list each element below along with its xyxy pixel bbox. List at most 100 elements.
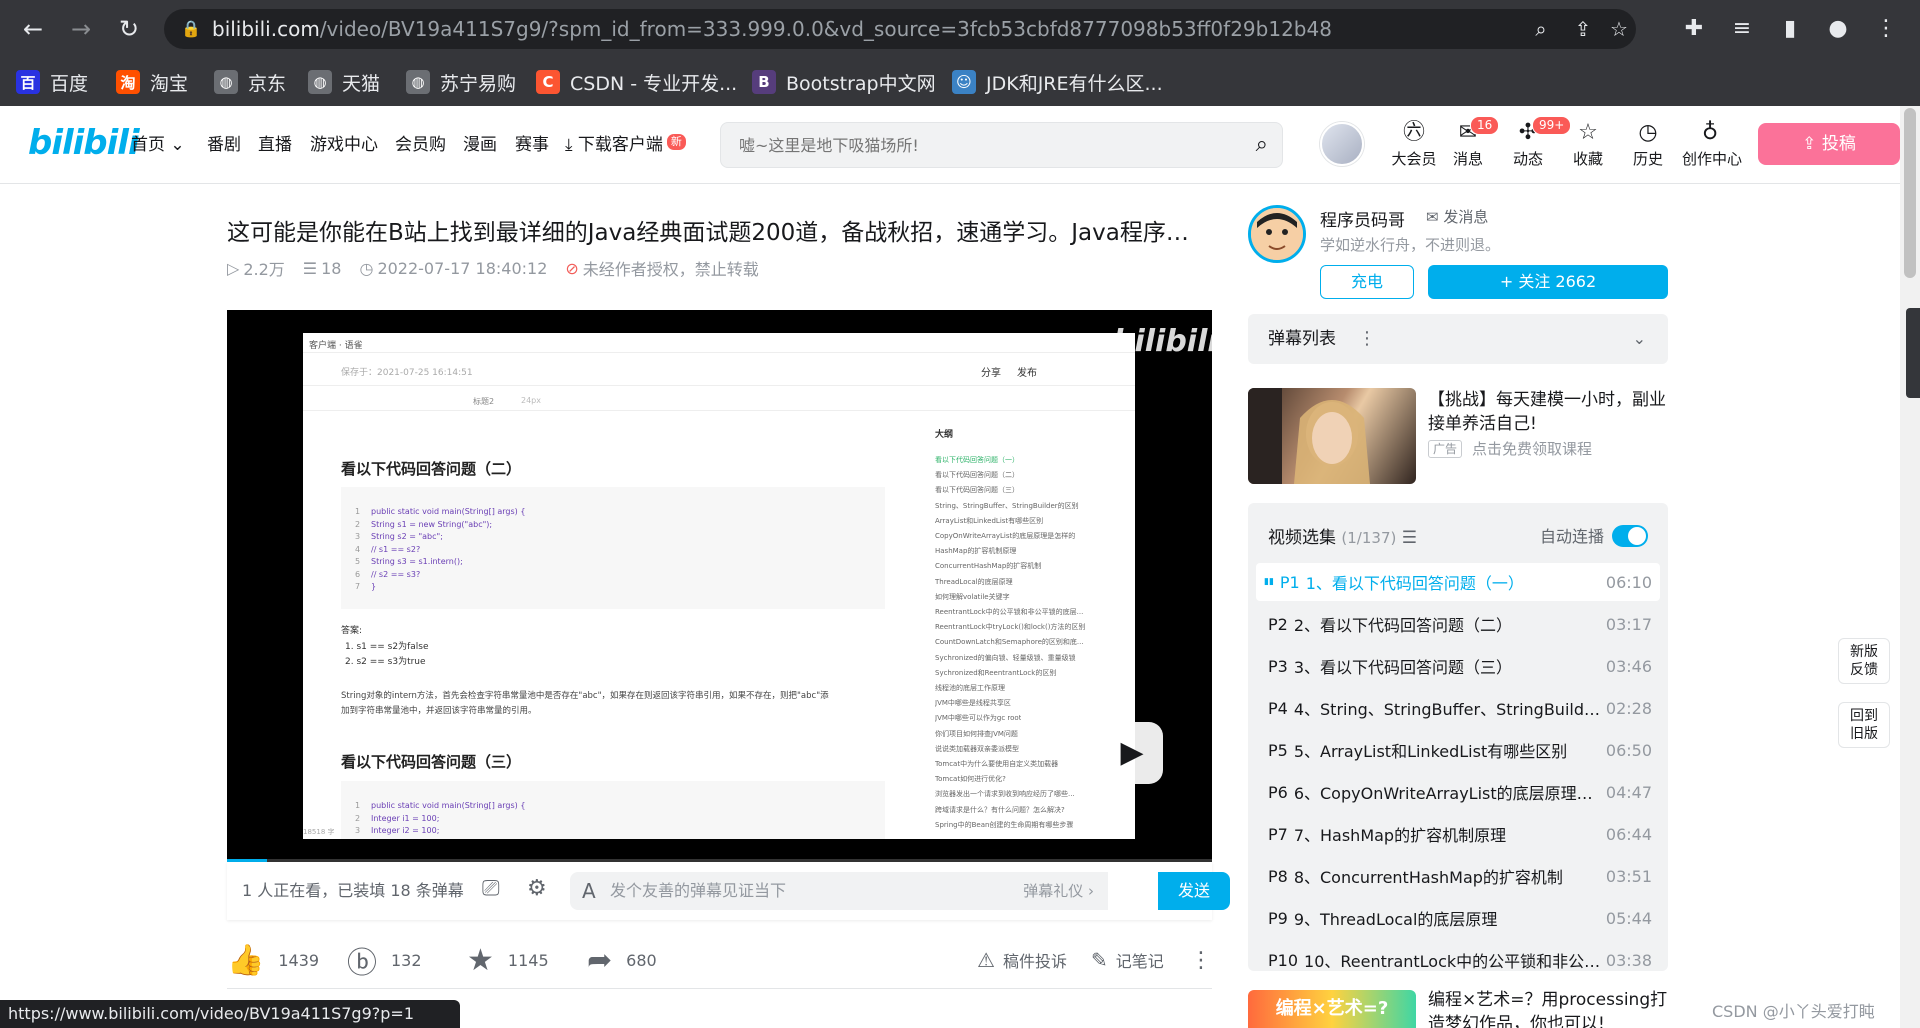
extensions-icon[interactable]: ✚ bbox=[1674, 9, 1714, 49]
recommend-thumbnail[interactable]: 编程×艺术=? bbox=[1248, 990, 1416, 1028]
coin-button[interactable]: ⓑ 132 bbox=[347, 935, 422, 985]
nav-download-client[interactable]: ⤓ 下载客户端新 bbox=[565, 134, 686, 156]
bookmark-item[interactable]: ☺ JDK和JRE有什么区... bbox=[952, 68, 1163, 96]
ad-subtitle[interactable]: 点击免费领取课程 bbox=[1472, 440, 1592, 458]
back-to-old-button[interactable]: 回到 旧版 bbox=[1838, 702, 1890, 748]
lock-icon[interactable]: 🔒 bbox=[176, 14, 206, 44]
media-control-icon[interactable]: ≡ bbox=[1722, 9, 1762, 49]
browser-menu-icon[interactable]: ⋮ bbox=[1866, 9, 1906, 49]
share-page-icon[interactable]: ⇪ bbox=[1568, 14, 1598, 44]
new-feedback-button[interactable]: 新版 反馈 bbox=[1838, 638, 1890, 684]
uploader-avatar[interactable] bbox=[1248, 205, 1306, 263]
bookmark-star-icon[interactable]: ☆ bbox=[1604, 14, 1634, 44]
episode-item[interactable]: P9 9、ThreadLocal的底层原理 05:44 bbox=[1256, 899, 1660, 937]
follow-button[interactable]: + 关注 2662 bbox=[1428, 265, 1668, 299]
danmaku-toggle-icon[interactable]: ⎚ bbox=[482, 876, 500, 901]
episode-item[interactable]: P4 4、String、StringBuffer、StringBuilder的区别… bbox=[1256, 689, 1660, 727]
episode-item[interactable]: P5 5、ArrayList和LinkedList有哪些区别 06:50 bbox=[1256, 731, 1660, 769]
nav-manga[interactable]: 漫画 bbox=[463, 134, 497, 156]
header-favorite-item[interactable]: ☆ 收藏 bbox=[1560, 118, 1616, 169]
danmaku-etiquette-link[interactable]: 弹幕礼仪 › bbox=[1023, 872, 1094, 910]
episode-number: P10 bbox=[1268, 950, 1299, 970]
bookmark-item[interactable]: 淘淘宝 bbox=[116, 68, 188, 96]
more-icon[interactable]: ⋮ bbox=[1190, 935, 1212, 985]
episode-item[interactable]: P8 8、ConcurrentHashMap的扩容机制 03:51 bbox=[1256, 857, 1660, 895]
more-options-icon[interactable]: ⋮ bbox=[1358, 314, 1376, 364]
doc-outline-item: 如何理解volatile关键字 bbox=[935, 592, 1010, 601]
scroll-thumb[interactable] bbox=[1904, 108, 1916, 278]
page-scrollbar[interactable] bbox=[1900, 106, 1920, 1028]
nav-game-center[interactable]: 游戏中心 bbox=[310, 134, 378, 156]
header-creator-item[interactable]: ♁ 创作中心 bbox=[1682, 118, 1742, 169]
ad-thumbnail[interactable] bbox=[1248, 388, 1416, 484]
episode-item[interactable]: ▮▮ P1 1、看以下代码回答问题（一） 06:10 bbox=[1256, 563, 1660, 601]
episode-item[interactable]: P3 3、看以下代码回答问题（三） 03:46 bbox=[1256, 647, 1660, 685]
bookmark-item[interactable]: ◍ 苏宁易购 bbox=[406, 68, 516, 96]
danmaku-list-panel[interactable]: 弹幕列表 ⋮ ⌄ bbox=[1248, 314, 1668, 364]
header-message-item[interactable]: ✉ 消息 16 bbox=[1440, 116, 1500, 169]
bookmark-favicon-icon: ◍ bbox=[308, 70, 332, 94]
code-line: Integer i2 = 100; bbox=[371, 826, 440, 835]
ad-title[interactable]: 【挑战】每天建模一小时，副业接单养活自己! bbox=[1428, 388, 1668, 436]
recommend-title[interactable]: 编程×艺术=？用processing打造梦幻作品，你也可以! bbox=[1428, 988, 1668, 1028]
header-vip-item[interactable]: ㊅大会员 bbox=[1386, 118, 1442, 169]
user-avatar[interactable] bbox=[1320, 122, 1364, 166]
bookmark-item[interactable]: C CSDN - 专业开发... bbox=[536, 68, 737, 96]
back-icon[interactable]: ← bbox=[18, 14, 48, 44]
episode-item[interactable]: P10 10、ReentrantLock中的公平锁和非公平锁的底层实现03:38 bbox=[1256, 941, 1660, 972]
reload-icon[interactable]: ↻ bbox=[114, 14, 144, 44]
uploader-name[interactable]: 程序员码哥 bbox=[1320, 206, 1405, 231]
side-panel-icon[interactable]: ▮ bbox=[1770, 9, 1810, 49]
send-message-link[interactable]: ✉ 发消息 bbox=[1426, 206, 1488, 227]
bookmark-item[interactable]: ◍ 京东 bbox=[214, 68, 286, 96]
danmaku-input[interactable]: A 发个友善的弹幕见证当下 弹幕礼仪 › bbox=[570, 872, 1108, 910]
search-box[interactable]: ⌕ bbox=[720, 122, 1283, 168]
like-button[interactable]: 👍 1439 bbox=[227, 935, 319, 985]
list-icon[interactable]: ☰ bbox=[1402, 528, 1417, 548]
upload-button[interactable]: ⇪ 投稿 bbox=[1758, 123, 1900, 165]
url-text[interactable]: bilibili.com/video/BV19a411S7g9/?spm_id_… bbox=[212, 9, 1332, 49]
bookmark-item[interactable]: B Bootstrap中文网 bbox=[752, 68, 936, 96]
notes-button[interactable]: ✎ 记笔记 bbox=[1091, 935, 1164, 985]
address-bar[interactable]: 🔒 bilibili.com/video/BV19a411S7g9/?spm_i… bbox=[164, 9, 1636, 49]
header-dynamic-item[interactable]: ✣ 动态 99+ bbox=[1500, 116, 1572, 169]
nav-mall[interactable]: 会员购 bbox=[395, 134, 446, 156]
doc-outline-item: Sychronized和ReentrantLock的区别 bbox=[935, 668, 1057, 677]
send-danmaku-button[interactable]: 发送 bbox=[1158, 872, 1230, 910]
report-button[interactable]: ⚠ 稿件投诉 bbox=[977, 935, 1067, 985]
bookmark-item[interactable]: 百百度 bbox=[16, 68, 88, 96]
forward-icon[interactable]: → bbox=[66, 14, 96, 44]
font-style-icon[interactable]: A bbox=[582, 879, 596, 903]
episode-list: 视频选集 (1/137) ☰ 自动连播 ▮▮ P1 1、看以下代码回答问题（一） 06… bbox=[1248, 503, 1668, 971]
bilibili-logo[interactable]: bilibili bbox=[28, 123, 140, 163]
play-icon[interactable]: ▶ bbox=[1101, 722, 1163, 784]
header-history-item[interactable]: ◷ 历史 bbox=[1620, 118, 1676, 169]
episode-item[interactable]: P6 6、CopyOnWriteArrayList的底层原理是怎样的04:47 bbox=[1256, 773, 1660, 811]
doc-word-count: 18518 字 bbox=[303, 828, 335, 836]
chevron-down-icon[interactable]: ⌄ bbox=[1633, 314, 1646, 364]
status-bar-url: https://www.bilibili.com/video/BV19a411S… bbox=[0, 1000, 460, 1028]
charge-button[interactable]: 充电 bbox=[1320, 265, 1414, 299]
episode-duration: 06:44 bbox=[1605, 824, 1652, 844]
bookmark-favicon-icon: ☺ bbox=[952, 70, 976, 94]
episode-item[interactable]: P7 7、HashMap的扩容机制原理 06:44 bbox=[1256, 815, 1660, 853]
search-icon[interactable]: ⌕ bbox=[1256, 132, 1268, 157]
nav-live[interactable]: 直播 bbox=[258, 134, 292, 156]
doc-outline-item: ThreadLocal的底层原理 bbox=[935, 577, 1013, 586]
video-player[interactable]: 客户端 · 语雀 保存于：2021-07-25 16:14:51 分享 发布 标题2 24… bbox=[227, 310, 1218, 862]
divider bbox=[227, 988, 1212, 989]
nav-match[interactable]: 赛事 bbox=[515, 134, 549, 156]
autoplay-toggle[interactable] bbox=[1612, 525, 1648, 547]
episode-duration: 02:28 bbox=[1605, 698, 1652, 718]
danmaku-settings-icon[interactable]: ⚙ bbox=[527, 876, 547, 901]
episode-item[interactable]: P2 2、看以下代码回答问题（二） 03:17 bbox=[1256, 605, 1660, 643]
favorite-button[interactable]: ★ 1145 bbox=[467, 935, 549, 985]
profile-icon[interactable]: ● bbox=[1818, 9, 1858, 49]
bookmark-item[interactable]: ◍ 天猫 bbox=[308, 68, 380, 96]
search-input[interactable] bbox=[739, 123, 1219, 167]
share-button[interactable]: ➦ 680 bbox=[587, 935, 657, 985]
nav-bangumi[interactable]: 番剧 bbox=[207, 134, 241, 156]
doc-outline-item: HashMap的扩容机制原理 bbox=[935, 547, 1017, 556]
zoom-icon[interactable]: ⌕ bbox=[1526, 14, 1556, 44]
nav-home[interactable]: 首页 ⌄ bbox=[131, 134, 185, 156]
